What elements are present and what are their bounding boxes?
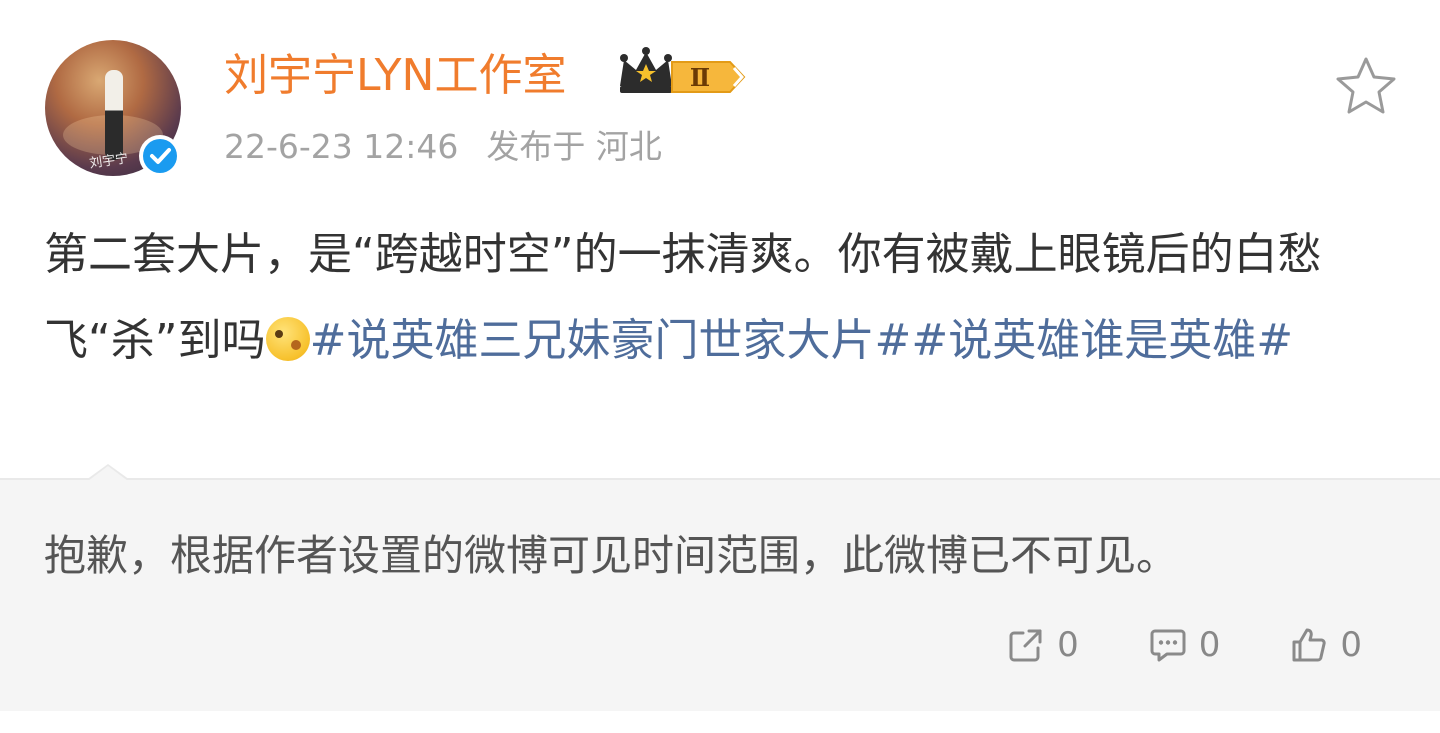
comment-button[interactable]: 0 [1149,620,1221,670]
post-header: 刘宇宁 刘宇宁LYN工作室 Ⅱ 22-6-23 12:46 发布于 河北 [0,0,1440,200]
post-location: 发布于 河北 [486,127,662,166]
thinking-face-emoji-icon [265,317,310,361]
comment-count: 0 [1198,625,1221,665]
share-icon [1009,629,1042,662]
avatar-signature: 刘宇宁 [88,151,130,172]
like-count: 0 [1340,625,1362,665]
repost-notch [86,464,130,481]
comment-icon [1150,629,1186,662]
author-name[interactable]: 刘宇宁LYN工作室 [224,48,566,104]
favorite-star-icon[interactable] [1334,54,1398,118]
post-meta: 22-6-23 12:46 发布于 河北 [224,124,662,170]
post-content: 第二套大片，是“跨越时空”的一抹清爽。你有被戴上眼镜后的白愁飞“杀”到吗 #说英雄… [44,212,1394,384]
share-button[interactable]: 0 [1007,620,1079,670]
verified-badge-icon [139,135,181,177]
avatar-figure [105,70,123,160]
bottom-spacer [0,711,1440,733]
post-timestamp: 22-6-23 12:46 [224,127,459,166]
hashtag-link[interactable]: #说英雄三兄妹豪门世家大片# [310,315,912,366]
badge-level: Ⅱ [690,63,710,92]
retweeted-post-box[interactable]: 抱歉，根据作者设置的微博可见时间范围，此微博已不可见。 0 0 0 [0,464,1440,713]
hashtag-link[interactable]: #说英雄谁是英雄# [911,315,1293,366]
like-button[interactable]: 0 [1290,620,1362,670]
vip-crown-badge-icon[interactable]: Ⅱ [618,46,758,100]
thumbs-up-icon [1292,628,1327,662]
unavailable-message: 抱歉，根据作者设置的微博可见时间范围，此微博已不可见。 [44,531,1179,580]
repost-action-bar: 0 0 0 [1007,620,1362,670]
share-count: 0 [1057,625,1079,665]
